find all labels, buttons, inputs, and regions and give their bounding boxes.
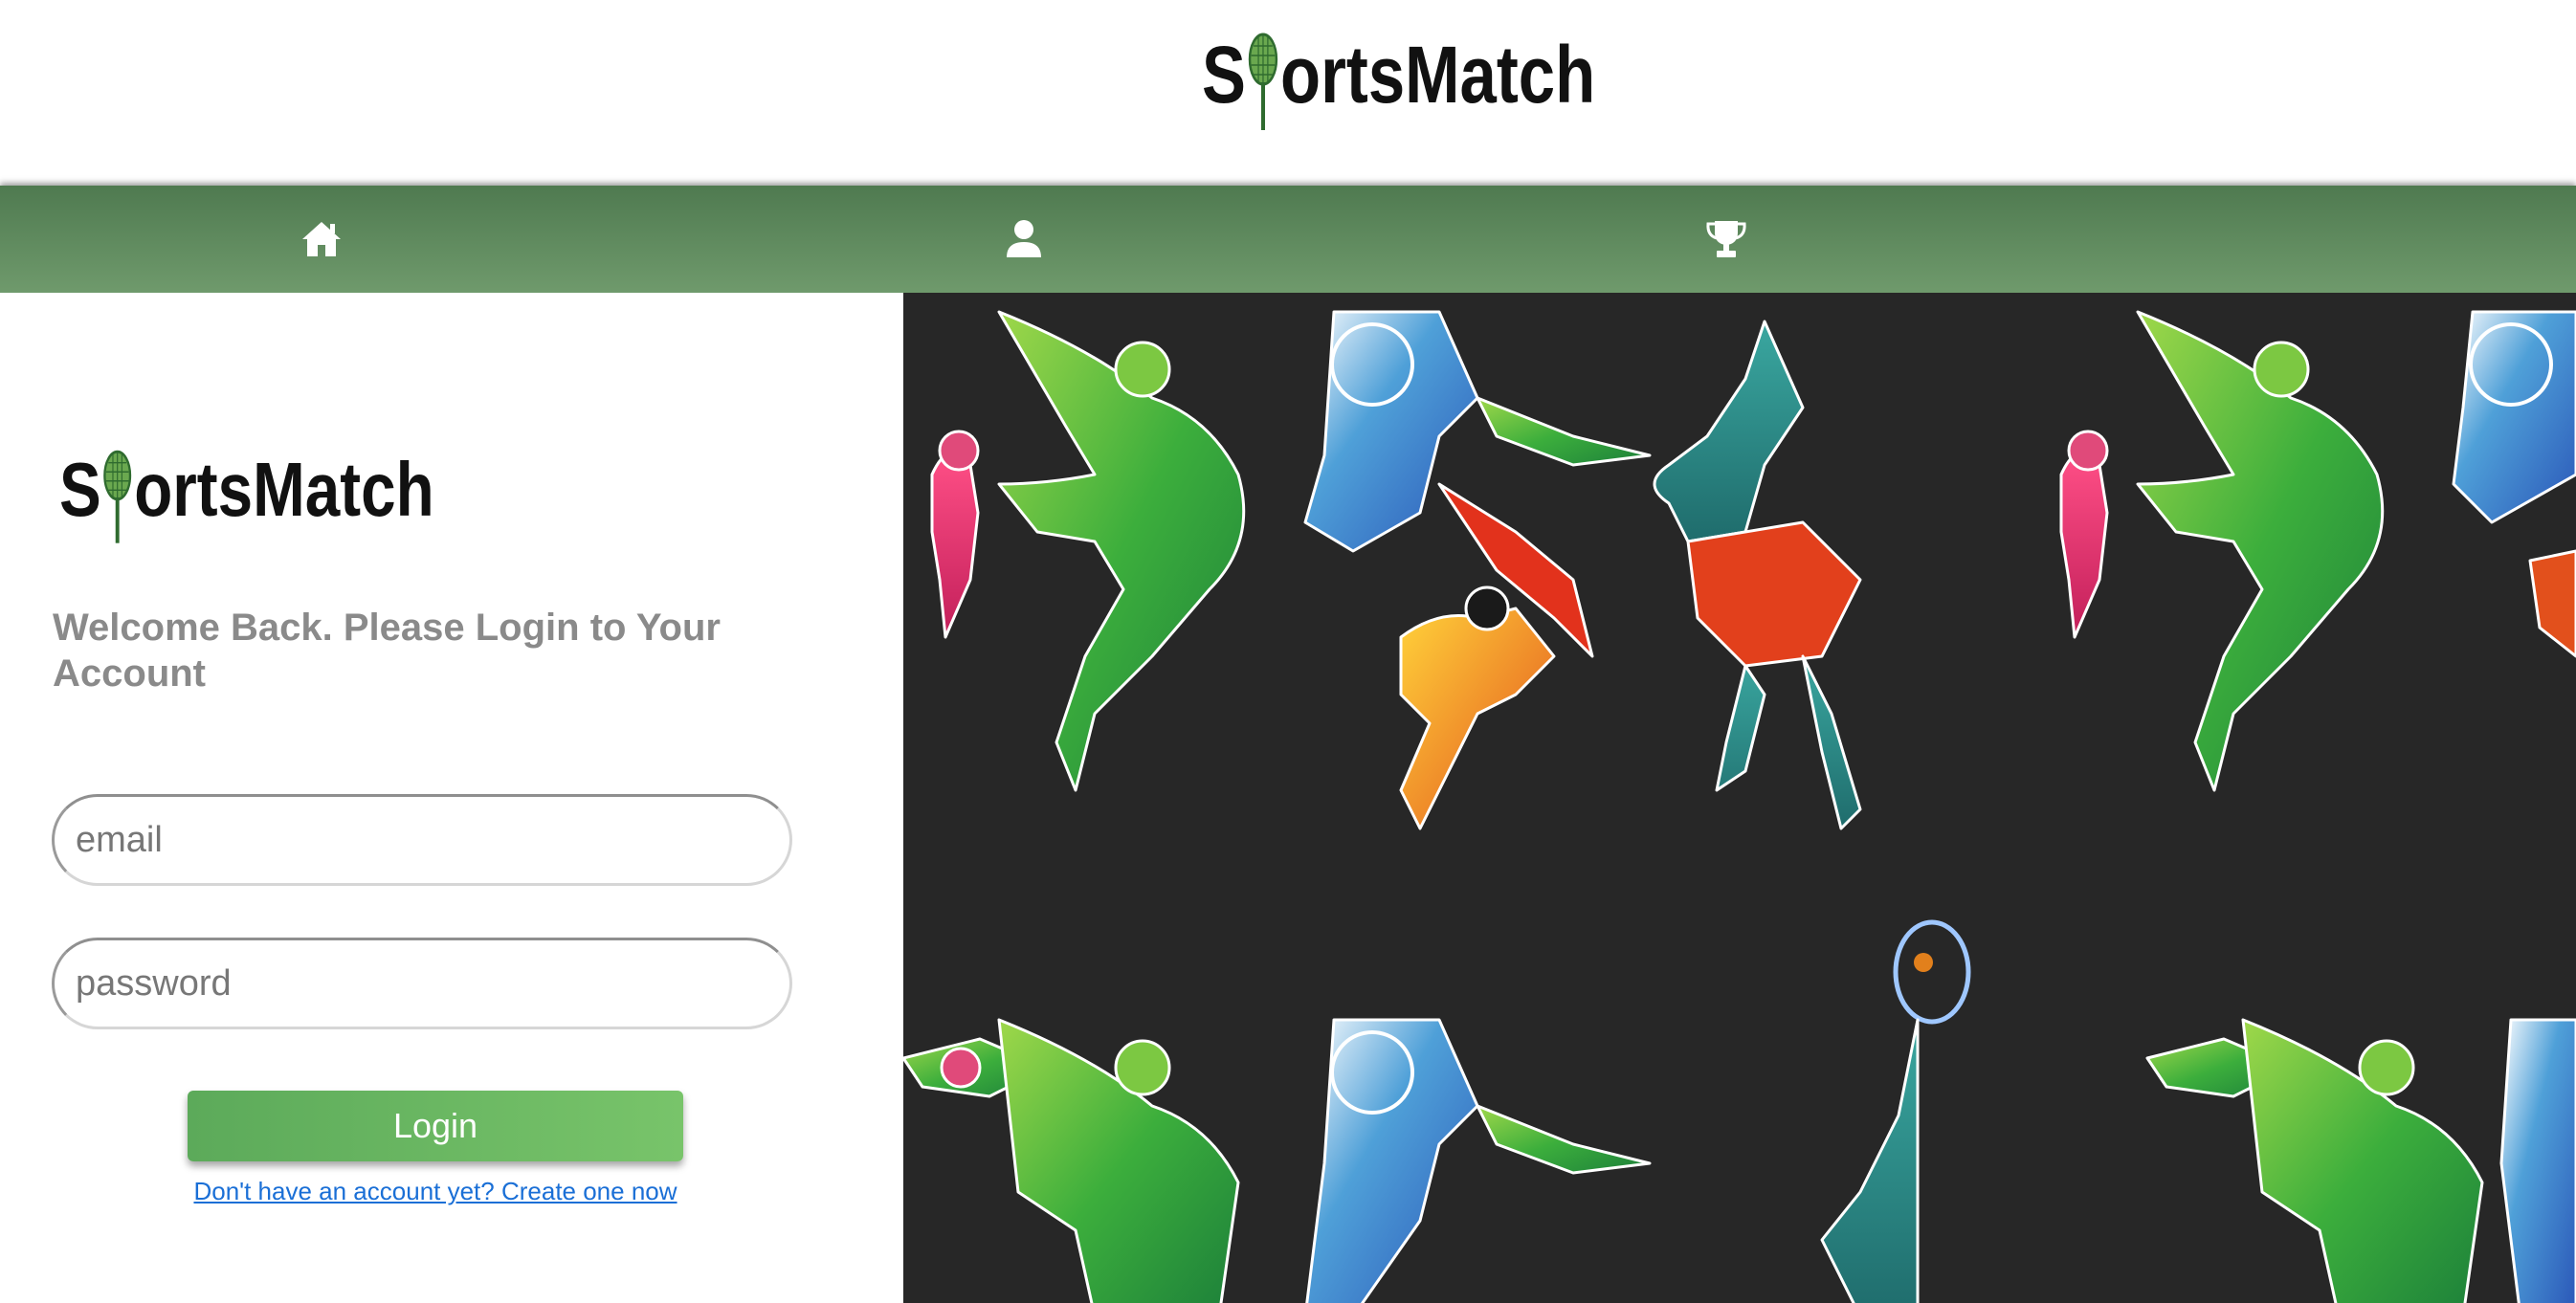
- logo-text-prefix: S: [59, 447, 101, 532]
- welcome-heading: Welcome Back. Please Login to Your Accou…: [53, 607, 721, 695]
- tennis-racket-icon: [101, 446, 134, 565]
- email-field[interactable]: [52, 794, 792, 886]
- tennis-racket-icon: [1246, 29, 1280, 153]
- panel-logo: S ortsMatch: [59, 446, 434, 565]
- create-account-link[interactable]: Don't have an account yet? Create one no…: [0, 1177, 871, 1206]
- nav-home[interactable]: [264, 186, 379, 293]
- nav-profile[interactable]: [966, 186, 1081, 293]
- athlete-figure-group: [903, 919, 2576, 1303]
- sports-artwork: [903, 293, 2576, 1303]
- password-field[interactable]: [52, 938, 792, 1029]
- logo-text-suffix: ortsMatch: [134, 447, 434, 532]
- logo-text-suffix: ortsMatch: [1280, 30, 1596, 120]
- home-icon: [302, 222, 341, 256]
- athletes-pattern-image: [903, 310, 2576, 1303]
- header-logo[interactable]: S ortsMatch: [1202, 29, 1595, 153]
- athlete-figure-group: [930, 310, 2576, 830]
- login-button[interactable]: Login: [188, 1091, 683, 1161]
- trophy-icon: [1706, 221, 1746, 257]
- nav-leaderboard[interactable]: [1669, 186, 1784, 293]
- logo-text-prefix: S: [1202, 30, 1246, 120]
- login-panel: S ortsMatch Welcome Back. Please Login t…: [0, 293, 903, 1303]
- page-header: S ortsMatch: [0, 0, 2576, 186]
- main-navbar: [0, 186, 2576, 293]
- user-icon: [1007, 220, 1041, 257]
